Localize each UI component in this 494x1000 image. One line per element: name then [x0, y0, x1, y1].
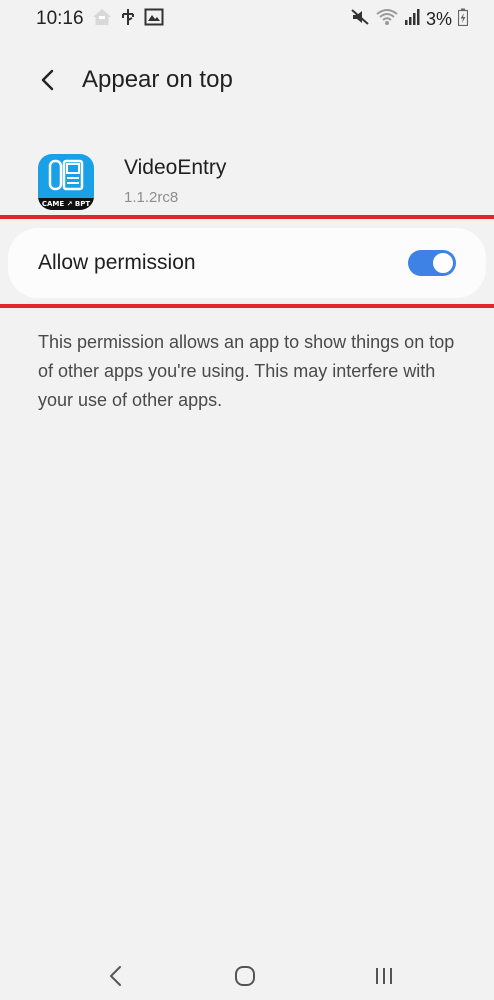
mute-icon: [350, 8, 370, 31]
notification-icons: [92, 8, 164, 31]
navigation-bar: [0, 955, 494, 1000]
allow-permission-toggle[interactable]: [408, 250, 456, 276]
chevron-left-icon[interactable]: [36, 68, 60, 92]
home-notification-icon: [92, 8, 112, 31]
status-time: 10:16: [36, 8, 84, 29]
battery-charging-icon: [457, 8, 469, 31]
videoentry-app-icon: CAME ↗ BPT: [38, 154, 94, 210]
highlight-line-top: [0, 215, 494, 219]
system-status-icons: 3%: [350, 8, 469, 31]
toggle-knob: [431, 251, 455, 275]
page-title: Appear on top: [82, 66, 233, 93]
home-nav-icon[interactable]: [232, 963, 258, 994]
allow-permission-row[interactable]: Allow permission: [8, 228, 486, 298]
battery-percent: 3%: [425, 9, 452, 29]
gallery-notification-icon: [144, 8, 164, 31]
back-nav-icon[interactable]: [106, 963, 126, 994]
app-info: CAME ↗ BPT VideoEntry 1.1.2rc8: [0, 150, 494, 214]
app-version: 1.1.2rc8: [124, 189, 179, 206]
app-name: VideoEntry: [124, 156, 227, 179]
signal-icon: [404, 8, 420, 31]
app-header: Appear on top: [0, 56, 494, 108]
usb-debug-icon: [120, 8, 136, 31]
status-bar: 10:16 3%: [0, 0, 494, 38]
recents-nav-icon[interactable]: [372, 963, 396, 994]
permission-description: This permission allows an app to show th…: [38, 332, 455, 410]
app-icon-brand: CAME ↗ BPT: [38, 198, 94, 210]
allow-permission-label: Allow permission: [38, 251, 196, 274]
highlight-line-bottom: [0, 304, 494, 308]
wifi-icon: [376, 8, 398, 31]
